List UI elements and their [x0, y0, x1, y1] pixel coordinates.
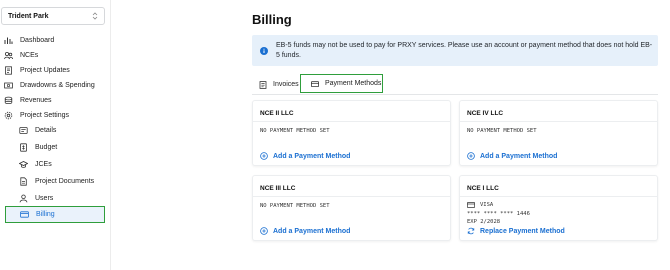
sidebar-item-budget[interactable]: Budget: [19, 141, 57, 153]
tab-invoices[interactable]: Invoices: [259, 75, 299, 94]
tab-label: Invoices: [273, 81, 299, 88]
graduation-cap-icon: [19, 160, 28, 168]
sidebar-item-project-updates[interactable]: Project Updates: [4, 64, 70, 76]
payment-card-nce-iv: NCE IV LLC NO PAYMENT METHOD SET Add a P…: [459, 100, 658, 166]
sidebar-item-project-settings[interactable]: Project Settings: [4, 109, 69, 121]
info-icon: [260, 46, 268, 55]
billing-tabs: Invoices Payment Methods: [252, 74, 658, 95]
chevron-updown-icon: [92, 12, 98, 20]
sidebar-item-label: Revenues: [20, 96, 52, 104]
notice-text: EB-5 funds may not be used to pay for PR…: [276, 41, 653, 59]
sidebar-item-label: Project Documents: [35, 177, 95, 185]
sidebar-item-users[interactable]: Users: [19, 192, 53, 204]
users-icon: [4, 51, 13, 59]
payment-card-nce-ii: NCE II LLC NO PAYMENT METHOD SET Add a P…: [252, 100, 451, 166]
card-expiry: EXP 2/2028: [467, 219, 501, 225]
sidebar-item-drawdowns[interactable]: Drawdowns & Spending: [4, 79, 95, 91]
credit-card-icon: [20, 211, 29, 218]
sidebar-item-label: Project Settings: [20, 111, 70, 119]
document-icon: [259, 80, 267, 89]
sidebar-item-label: JCEs: [35, 160, 52, 168]
card-entity-name: NCE I LLC: [467, 185, 499, 192]
dashboard-icon: [4, 37, 13, 44]
credit-card-icon: [311, 80, 319, 87]
plus-circle-icon: [260, 152, 268, 160]
card-divider: [460, 121, 657, 122]
page-title: Billing: [252, 12, 292, 27]
sidebar-item-revenues[interactable]: Revenues: [4, 94, 52, 106]
card-divider: [253, 196, 450, 197]
action-label: Add a Payment Method: [273, 227, 351, 235]
action-label: Replace Payment Method: [480, 227, 565, 235]
tab-payment-methods[interactable]: Payment Methods: [300, 74, 383, 93]
payment-card-nce-i: NCE I LLC VISA **** **** **** 1446 EXP 2…: [459, 175, 658, 241]
sidebar-item-label: Project Updates: [20, 66, 70, 74]
payment-status: NO PAYMENT METHOD SET: [260, 203, 330, 209]
credit-card-icon: [467, 202, 475, 208]
plus-circle-icon: [260, 227, 268, 235]
refresh-icon: [467, 227, 475, 235]
sidebar-item-billing[interactable]: Billing: [5, 206, 105, 223]
card-entity-name: NCE III LLC: [260, 185, 296, 192]
file-icon: [20, 176, 27, 186]
card-divider: [460, 196, 657, 197]
plus-circle-icon: [467, 152, 475, 160]
add-payment-method-button[interactable]: Add a Payment Method: [260, 152, 350, 160]
action-label: Add a Payment Method: [273, 152, 351, 160]
payment-card-nce-iii: NCE III LLC NO PAYMENT METHOD SET Add a …: [252, 175, 451, 241]
sidebar-item-jces[interactable]: JCEs: [19, 158, 52, 170]
coins-icon: [4, 96, 13, 104]
tab-label: Payment Methods: [325, 80, 382, 87]
card-entity-name: NCE IV LLC: [467, 110, 504, 117]
sidebar-item-label: Details: [35, 126, 57, 134]
card-number: **** **** **** 1446: [467, 211, 530, 217]
card-entity-name: NCE II LLC: [260, 110, 294, 117]
payment-status: NO PAYMENT METHOD SET: [260, 128, 330, 134]
sidebar-item-label: NCEs: [20, 51, 39, 59]
eb5-notice: EB-5 funds may not be used to pay for PR…: [252, 35, 658, 66]
sidebar-item-project-documents[interactable]: Project Documents: [19, 175, 94, 187]
budget-icon: [20, 142, 27, 152]
sidebar-item-label: Drawdowns & Spending: [20, 81, 95, 89]
sidebar-item-nces[interactable]: NCEs: [4, 49, 38, 61]
add-payment-method-button[interactable]: Add a Payment Method: [467, 152, 557, 160]
sidebar: Trident Park Dashboard NCEs Project Upda…: [0, 0, 111, 270]
replace-payment-method-button[interactable]: Replace Payment Method: [467, 227, 565, 235]
card-brand-row: VISA: [467, 202, 493, 208]
sidebar-item-label: Users: [35, 194, 54, 202]
money-transfer-icon: [4, 82, 13, 88]
card-divider: [253, 121, 450, 122]
sidebar-item-label: Budget: [35, 143, 58, 151]
user-icon: [19, 194, 28, 202]
project-selector-label: Trident Park: [8, 12, 49, 20]
add-payment-method-button[interactable]: Add a Payment Method: [260, 227, 350, 235]
sidebar-item-label: Dashboard: [20, 36, 55, 44]
sidebar-item-details[interactable]: Details: [19, 124, 56, 136]
gear-icon: [4, 111, 13, 119]
card-brand: VISA: [480, 202, 494, 208]
document-icon: [5, 65, 12, 75]
sidebar-item-label: Billing: [36, 211, 55, 218]
payment-status: NO PAYMENT METHOD SET: [467, 128, 537, 134]
action-label: Add a Payment Method: [480, 152, 558, 160]
id-card-icon: [19, 126, 28, 134]
project-selector[interactable]: Trident Park: [1, 7, 105, 25]
sidebar-item-dashboard[interactable]: Dashboard: [4, 34, 54, 46]
